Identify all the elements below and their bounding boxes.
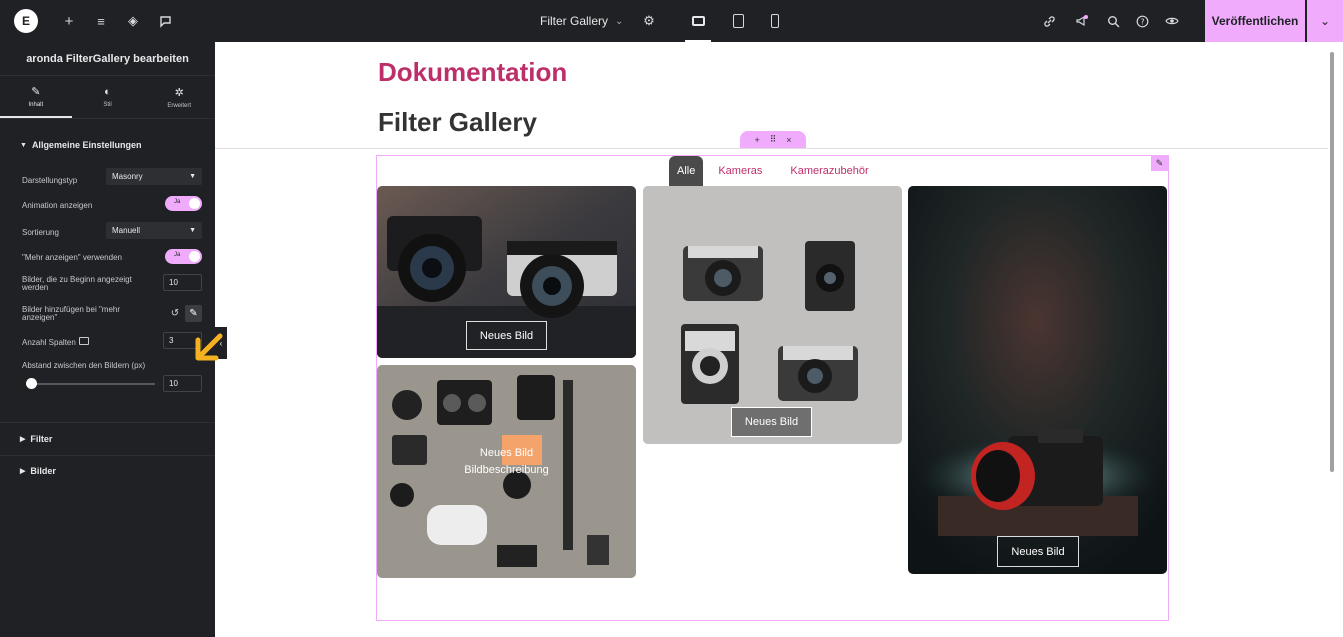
- gap-slider-track[interactable]: [30, 383, 155, 385]
- edit-widget-pencil-icon[interactable]: ✎: [1151, 155, 1168, 171]
- structure-icon[interactable]: ≡: [90, 0, 112, 42]
- display-type-select[interactable]: Masonry ▼: [106, 168, 202, 185]
- chat-icon[interactable]: [154, 0, 176, 42]
- panel-tabs: ✎ Inhalt ◐ Stil ✲ Erweitert: [0, 76, 215, 119]
- filter-cameras[interactable]: Kameras: [710, 156, 770, 186]
- gallery-image-vintage-cameras[interactable]: Neues Bild: [643, 186, 902, 444]
- image-caption: Neues Bild: [997, 536, 1079, 567]
- panel-title: aronda FilterGallery bearbeiten: [0, 42, 215, 76]
- layers-icon[interactable]: ◈: [122, 0, 144, 42]
- control-initial-images: Bilder, die zu Beginn angezeigt werden: [22, 275, 132, 292]
- preview-eye-icon[interactable]: [1161, 0, 1183, 42]
- desktop-icon[interactable]: [681, 0, 715, 42]
- section-handle[interactable]: + ⠿ ×: [740, 131, 806, 148]
- image-caption: Neues Bild: [466, 321, 547, 350]
- filter-bar: Alle Kameras Kamerazubehör: [669, 156, 877, 186]
- section-outline: [215, 148, 1328, 149]
- gap-slider-handle[interactable]: [26, 378, 37, 389]
- contrast-icon: ◐: [104, 86, 111, 98]
- filter-camera-accessories[interactable]: Kamerazubehör: [782, 156, 876, 186]
- reset-icon[interactable]: ↺: [168, 305, 182, 322]
- gear-icon: ✲: [174, 86, 184, 99]
- tab-style[interactable]: ◐ Stil: [72, 76, 144, 118]
- heading-documentation: Dokumentation: [378, 57, 568, 87]
- caret-down-icon: ▼: [189, 173, 196, 180]
- divider: [0, 422, 215, 423]
- tablet-icon[interactable]: [721, 0, 755, 42]
- heading-filter-gallery: Filter Gallery: [378, 107, 537, 137]
- pencil-icon: ✎: [31, 85, 41, 98]
- gallery-image-red-lens-camera[interactable]: Neues Bild: [908, 186, 1167, 574]
- show-more-toggle[interactable]: Ja: [165, 249, 202, 264]
- section-images[interactable]: ▶ Bilder: [0, 456, 56, 486]
- svg-text:?: ?: [1140, 17, 1144, 26]
- add-section-icon[interactable]: +: [754, 135, 759, 145]
- dynamic-edit-icon[interactable]: ✎: [185, 305, 202, 322]
- tab-advanced[interactable]: ✲ Erweitert: [143, 76, 215, 118]
- gallery-image-cameras-table[interactable]: Neues Bild: [377, 186, 636, 358]
- elementor-logo-icon[interactable]: E: [14, 9, 38, 33]
- image-caption: Neues Bild: [731, 407, 812, 437]
- caret-down-icon: ▼: [20, 141, 27, 149]
- gallery-image-camera-gear-flatlay[interactable]: Neues Bild Bildbeschreibung: [377, 365, 636, 578]
- caret-right-icon: ▶: [20, 468, 26, 475]
- gap-input[interactable]: 10: [163, 375, 202, 392]
- section-filter[interactable]: ▶ Filter: [0, 424, 52, 454]
- image-description: Bildbeschreibung: [464, 464, 549, 476]
- animation-toggle[interactable]: Ja: [165, 196, 202, 211]
- publish-options-chevron-icon[interactable]: ⌄: [1307, 0, 1343, 42]
- help-icon[interactable]: ?: [1131, 0, 1153, 42]
- plus-icon[interactable]: +: [58, 0, 80, 42]
- delete-section-icon[interactable]: ×: [786, 135, 791, 145]
- initial-images-input[interactable]: 10: [163, 274, 202, 291]
- caret-right-icon: ▶: [20, 436, 26, 443]
- sorting-select[interactable]: Manuell ▼: [106, 222, 202, 239]
- filter-all[interactable]: Alle: [669, 156, 704, 186]
- desktop-icon: [79, 337, 89, 345]
- mobile-icon[interactable]: [758, 0, 792, 42]
- top-bar: E + ≡ ◈ Filter Gallery ⌄ ⚙ ? Veröffentli…: [0, 0, 1343, 42]
- caret-down-icon: ▼: [189, 227, 196, 234]
- drag-handle-icon[interactable]: ⠿: [770, 134, 777, 145]
- canvas-scrollbar[interactable]: [1330, 52, 1334, 472]
- annotation-arrow-icon: [195, 333, 223, 361]
- search-icon[interactable]: [1102, 0, 1124, 42]
- megaphone-icon[interactable]: [1071, 0, 1093, 42]
- tab-content[interactable]: ✎ Inhalt: [0, 76, 72, 118]
- chevron-down-icon: ⌄: [615, 15, 624, 27]
- control-gap: Abstand zwischen den Bildern (px): [22, 361, 146, 370]
- control-add-more: Bilder hinzufügen bei "mehr anzeigen": [22, 305, 121, 322]
- publish-button[interactable]: Veröffentlichen: [1205, 0, 1305, 42]
- image-caption: Neues Bild: [479, 447, 534, 459]
- section-general-settings[interactable]: ▼ Allgemeine Einstellungen: [0, 123, 215, 167]
- document-title[interactable]: Filter Gallery ⌄: [540, 0, 623, 42]
- settings-icon[interactable]: ⚙: [638, 0, 660, 42]
- link-icon[interactable]: [1038, 0, 1060, 42]
- control-columns: Anzahl Spalten: [22, 335, 142, 350]
